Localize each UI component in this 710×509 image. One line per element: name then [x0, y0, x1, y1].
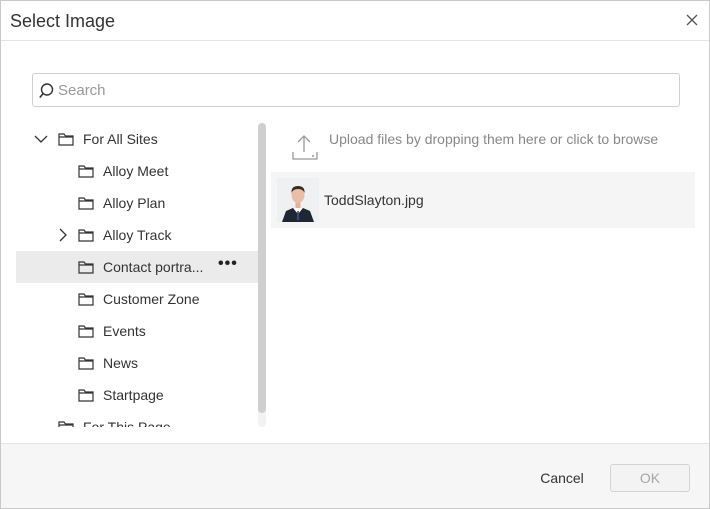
- tree-item-label: Alloy Track: [103, 227, 172, 243]
- folder-icon: [58, 421, 74, 427]
- tree-item-events[interactable]: Events: [16, 315, 258, 347]
- tree-item-for-this-page[interactable]: For This Page: [16, 411, 258, 427]
- search-icon: [39, 83, 54, 99]
- folder-tree: For All Sites Alloy Meet Alloy Plan Allo…: [16, 123, 258, 427]
- tree-item-label: Startpage: [103, 387, 164, 403]
- close-icon: [686, 14, 698, 26]
- tree-item-label: For This Page: [83, 419, 171, 427]
- tree-item-alloy-meet[interactable]: Alloy Meet: [16, 155, 258, 187]
- dialog-header: Select Image: [1, 1, 709, 41]
- upload-text: Upload files by dropping them here or cl…: [329, 131, 659, 147]
- dialog-footer: Cancel OK: [1, 443, 709, 508]
- tree-item-startpage[interactable]: Startpage: [16, 379, 258, 411]
- file-item[interactable]: ToddSlayton.jpg: [271, 172, 695, 228]
- tree-item-for-all-sites[interactable]: For All Sites: [16, 123, 258, 155]
- tree-item-label: Alloy Plan: [103, 195, 166, 211]
- search-box: [32, 73, 680, 107]
- folder-icon: [78, 389, 94, 402]
- tree-item-label: Alloy Meet: [103, 163, 169, 179]
- folder-icon: [78, 261, 94, 274]
- folder-icon: [78, 293, 94, 306]
- select-image-dialog: Select Image For All Sites: [0, 0, 710, 509]
- file-thumbnail: [277, 178, 319, 222]
- dialog-title: Select Image: [10, 11, 116, 31]
- tree-item-alloy-plan[interactable]: Alloy Plan: [16, 187, 258, 219]
- more-icon[interactable]: •••: [218, 255, 238, 273]
- tree-item-label: Customer Zone: [103, 291, 200, 307]
- folder-icon: [78, 325, 94, 338]
- folder-icon: [58, 133, 74, 146]
- tree-item-customer-zone[interactable]: Customer Zone: [16, 283, 258, 315]
- ok-button[interactable]: OK: [610, 464, 690, 492]
- upload-icon: [292, 135, 318, 160]
- folder-icon: [78, 229, 94, 242]
- folder-icon: [78, 197, 94, 210]
- tree-item-alloy-track[interactable]: Alloy Track: [16, 219, 258, 251]
- tree-item-label: News: [103, 355, 139, 371]
- tree-item-label: For All Sites: [83, 131, 158, 147]
- upload-dropzone[interactable]: Upload files by dropping them here or cl…: [281, 126, 696, 170]
- close-button[interactable]: [683, 11, 701, 29]
- tree-item-news[interactable]: News: [16, 347, 258, 379]
- tree-scrollbar[interactable]: [258, 123, 266, 427]
- chevron-down-icon[interactable]: [34, 132, 48, 146]
- tree-item-label: Events: [103, 323, 146, 339]
- folder-icon: [78, 165, 94, 178]
- folder-icon: [78, 357, 94, 370]
- chevron-right-icon[interactable]: [56, 228, 70, 242]
- tree-item-contact-portraits[interactable]: Contact portra... •••: [16, 251, 258, 283]
- file-name: ToddSlayton.jpg: [324, 192, 424, 208]
- search-input[interactable]: [58, 78, 668, 102]
- tree-item-label: Contact portra...: [103, 259, 204, 275]
- scrollbar-thumb[interactable]: [258, 123, 266, 413]
- cancel-button[interactable]: Cancel: [524, 464, 600, 492]
